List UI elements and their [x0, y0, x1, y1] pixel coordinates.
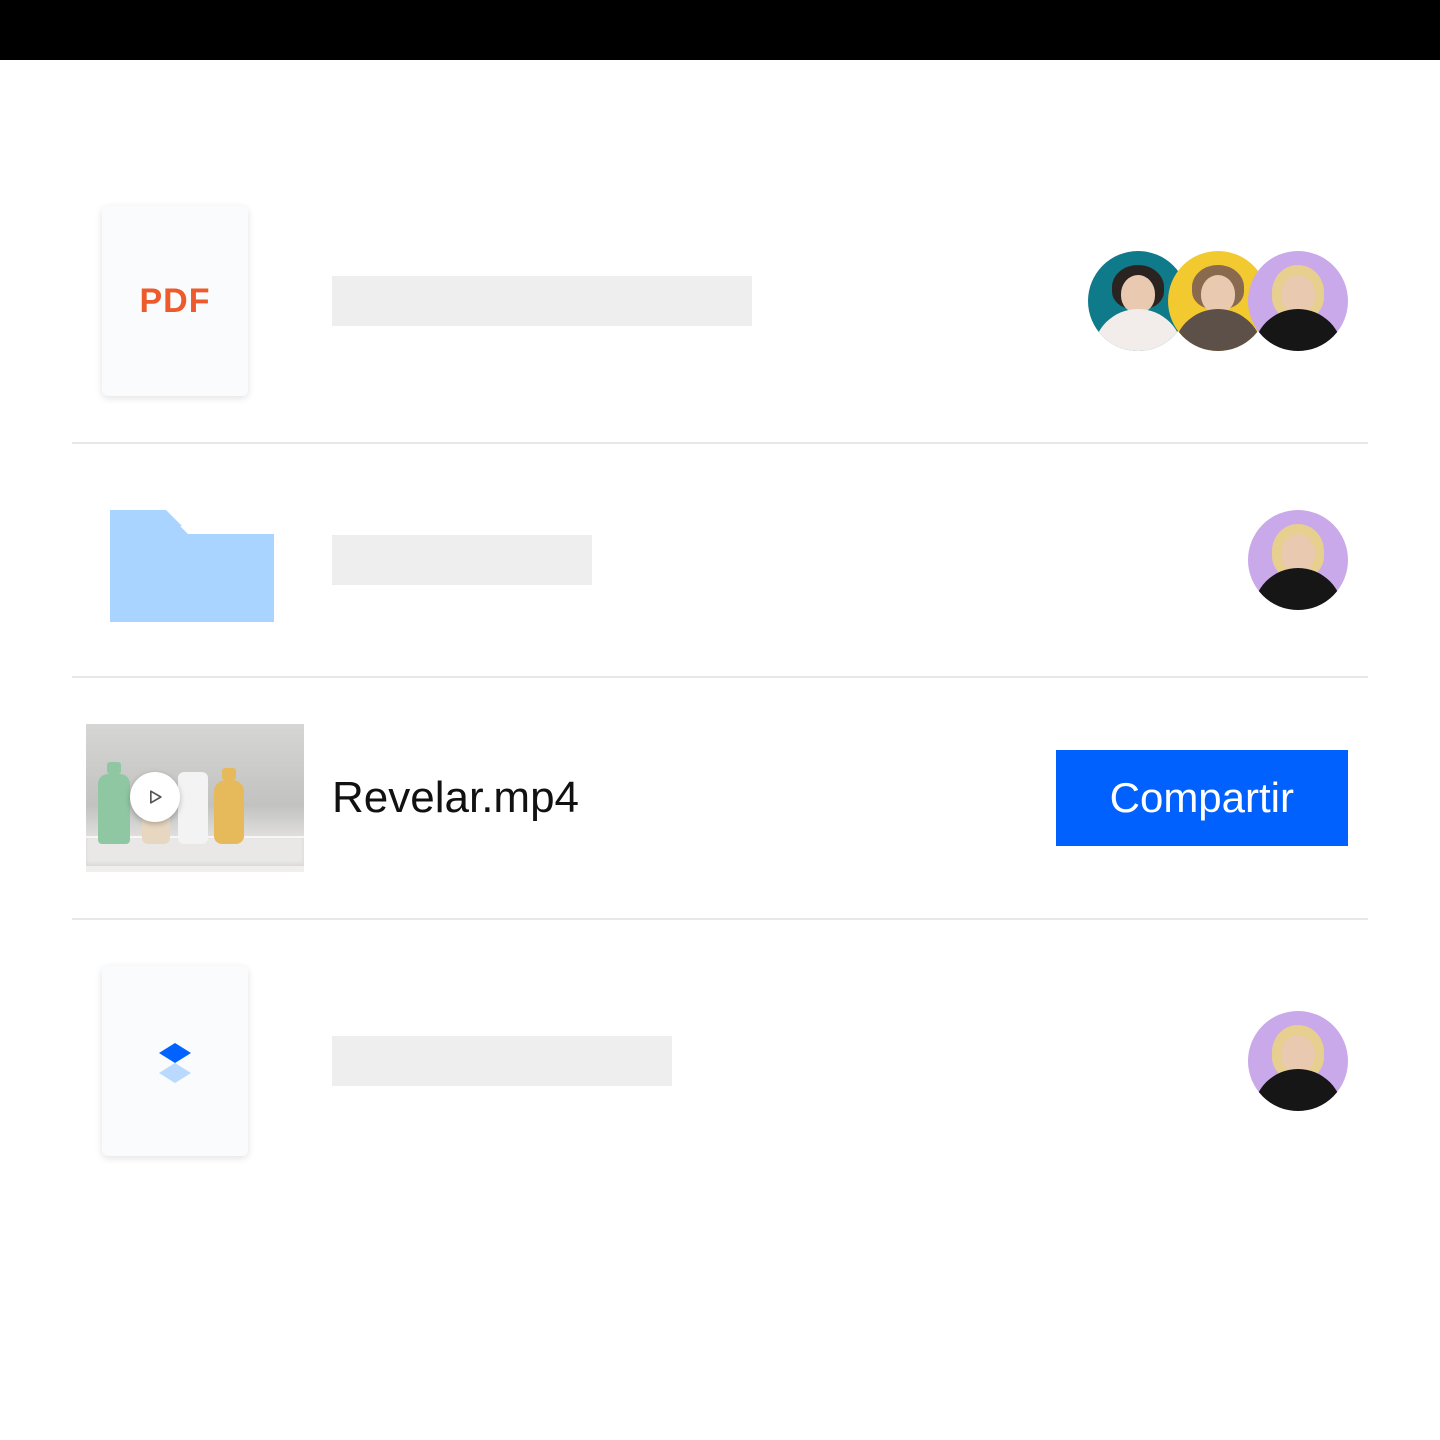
- file-row[interactable]: PDF: [72, 160, 1368, 444]
- filename-placeholder: [332, 276, 752, 326]
- file-name: Revelar.mp4: [332, 773, 579, 823]
- dropbox-logo-icon: [147, 1033, 203, 1089]
- filename-placeholder: [332, 535, 592, 585]
- file-row[interactable]: [72, 920, 1368, 1202]
- collaborator-avatars: [1248, 1011, 1348, 1111]
- file-row[interactable]: Revelar.mp4 Compartir: [72, 678, 1368, 920]
- filename-placeholder: [332, 1036, 672, 1086]
- avatar[interactable]: [1248, 251, 1348, 351]
- video-thumbnail: [86, 724, 304, 872]
- share-button[interactable]: Compartir: [1056, 750, 1348, 846]
- folder-icon: [102, 490, 282, 630]
- collaborator-avatars: [1088, 251, 1348, 351]
- file-list: PDF: [0, 60, 1440, 1202]
- avatar[interactable]: [1248, 510, 1348, 610]
- window-top-bar: [0, 0, 1440, 60]
- dropbox-file-icon: [102, 966, 248, 1156]
- file-row[interactable]: [72, 444, 1368, 678]
- pdf-label: PDF: [140, 282, 211, 321]
- avatar[interactable]: [1248, 1011, 1348, 1111]
- collaborator-avatars: [1248, 510, 1348, 610]
- pdf-file-icon: PDF: [102, 206, 248, 396]
- play-icon: [130, 772, 180, 822]
